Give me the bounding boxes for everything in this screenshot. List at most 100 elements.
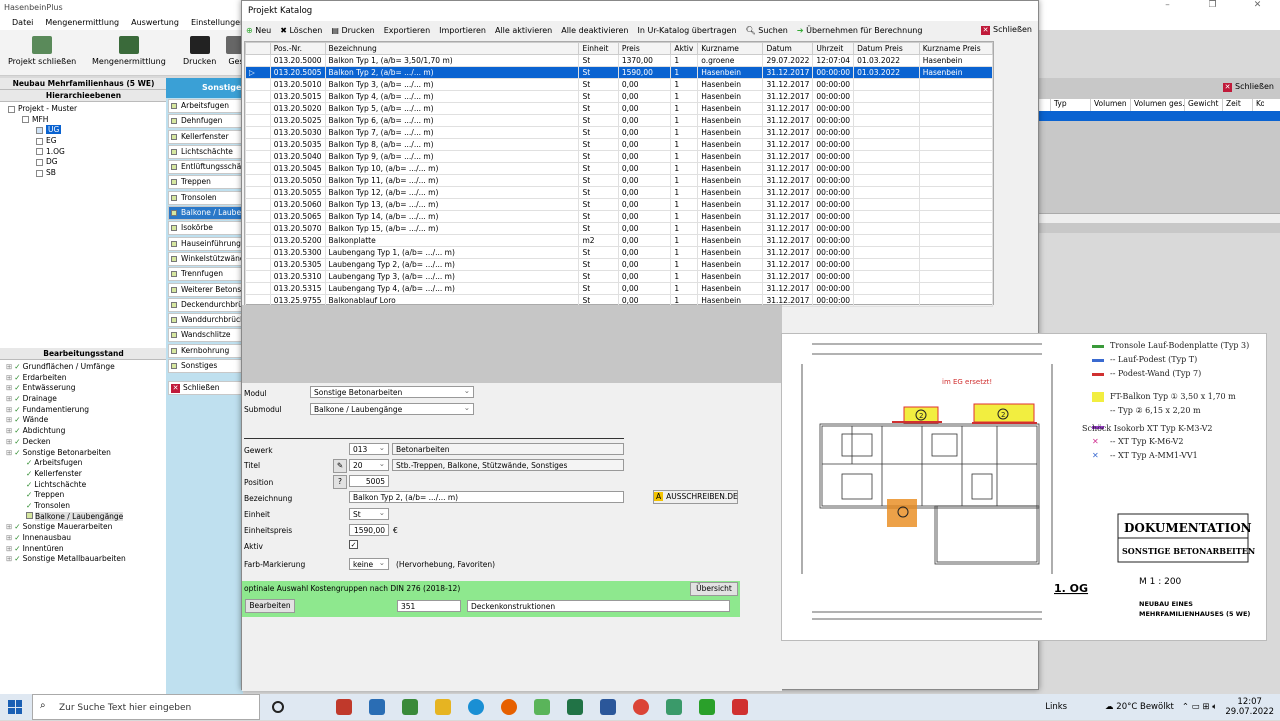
aktiv-checkbox[interactable]: ✓: [349, 540, 358, 549]
table-row[interactable]: 013.20.5000 Balkon Typ 1, (a/b= 3,50/1,70…: [245, 54, 994, 67]
bearb-item[interactable]: ✓ Lichtschächte: [4, 480, 167, 491]
table-row[interactable]: 013.20.5060 Balkon Typ 13, (a/b= .../... …: [245, 198, 994, 211]
new-button[interactable]: ⊕ Neu: [246, 26, 271, 35]
row-indicator[interactable]: [245, 246, 271, 259]
row-indicator[interactable]: [245, 78, 271, 91]
tree-item[interactable]: EG: [4, 136, 167, 147]
dialog-close-button[interactable]: ✕ Schließen: [981, 21, 1032, 39]
bearb-item[interactable]: ⊞ ✓ Fundamentierung: [4, 405, 167, 416]
links-toolbar[interactable]: Links: [1045, 702, 1067, 712]
row-indicator[interactable]: [245, 174, 271, 187]
right-column-header[interactable]: Volumen ges.: [1130, 99, 1184, 111]
expand-icon[interactable]: ⊞: [6, 554, 12, 563]
table-row[interactable]: 013.20.5045 Balkon Typ 10, (a/b= .../... …: [245, 162, 994, 175]
right-scrollbar[interactable]: [1038, 213, 1280, 223]
module-item[interactable]: Arbeitsfugen: [168, 99, 243, 113]
excel-icon[interactable]: [567, 699, 583, 715]
bearb-item[interactable]: ⊞ ✓ Drainage: [4, 394, 167, 405]
expand-icon[interactable]: ⊞: [6, 522, 12, 531]
row-indicator[interactable]: [245, 270, 271, 283]
right-selected-row[interactable]: [1038, 111, 1280, 121]
delete-button[interactable]: ✖ Löschen: [280, 26, 322, 35]
column-header[interactable]: Aktiv: [670, 42, 699, 55]
bearb-item[interactable]: ⊞ ✓ Innentüren: [4, 544, 167, 555]
einheit-select[interactable]: St: [349, 508, 389, 520]
table-row[interactable]: 013.20.5300 Laubengang Typ 1, (a/b= .../.…: [245, 246, 994, 259]
clock[interactable]: 12:07 29.07.2022: [1225, 697, 1274, 717]
apply-button[interactable]: ➔ Übernehmen für Berechnung: [797, 26, 923, 35]
app-icon-5[interactable]: [732, 699, 748, 715]
menu-auswertung[interactable]: Auswertung: [125, 18, 185, 27]
close-project-button[interactable]: Projekt schließen: [8, 36, 76, 66]
tree-item[interactable]: Projekt - Muster: [4, 104, 167, 115]
bearb-item[interactable]: ⊞ ✓ Sonstige Metallbauarbeiten: [4, 554, 167, 565]
table-row[interactable]: 013.20.5305 Laubengang Typ 2, (a/b= .../.…: [245, 258, 994, 271]
bearb-item[interactable]: ⊞ ✓ Abdichtung: [4, 426, 167, 437]
shield-icon[interactable]: [402, 699, 418, 715]
table-row[interactable]: 013.20.5315 Laubengang Typ 4, (a/b= .../.…: [245, 282, 994, 295]
row-indicator[interactable]: [245, 222, 271, 235]
module-item[interactable]: Balkone / Laubeng: [168, 206, 243, 221]
bearb-item[interactable]: ✓ Kellerfenster: [4, 469, 167, 480]
module-item[interactable]: Deckendurchbrü: [168, 297, 243, 312]
firefox-icon[interactable]: [501, 699, 517, 715]
module-close-button[interactable]: ✕ Schließen: [168, 381, 243, 396]
mengenermittlung-button[interactable]: Mengenermittlung: [92, 36, 166, 66]
bearb-item[interactable]: ⊞ ✓ Sonstige Betonarbeiten: [4, 448, 167, 459]
bearb-item[interactable]: ⊞ ✓ Erdarbeiten: [4, 373, 167, 384]
deactivate-all-button[interactable]: Alle deaktivieren: [561, 26, 628, 35]
taskbar-search[interactable]: Zur Suche Text hier eingeben: [32, 694, 260, 720]
right-close-button[interactable]: ✕ Schließen: [1223, 82, 1274, 92]
close-icon[interactable]: ✕: [1235, 0, 1280, 10]
app-icon-3[interactable]: [534, 699, 550, 715]
cortana-icon[interactable]: [272, 701, 284, 713]
table-row[interactable]: 013.20.5010 Balkon Typ 3, (a/b= .../... m…: [245, 78, 994, 91]
row-indicator[interactable]: [245, 138, 271, 151]
expand-icon[interactable]: ⊞: [6, 437, 12, 446]
bearb-item[interactable]: ⊞ ✓ Wände: [4, 415, 167, 426]
bearb-item[interactable]: ✓ Tronsolen: [4, 501, 167, 512]
expand-icon[interactable]: ⊞: [6, 426, 12, 435]
import-button[interactable]: Importieren: [439, 26, 486, 35]
app-icon-4[interactable]: [699, 699, 715, 715]
edge-icon[interactable]: [468, 699, 484, 715]
tree-item[interactable]: SB: [4, 168, 167, 179]
menu-datei[interactable]: Datei: [6, 18, 39, 27]
titel-select[interactable]: 20: [349, 459, 389, 471]
module-item[interactable]: Entlüftungsschäch: [168, 160, 243, 175]
app-icon-2[interactable]: [369, 699, 385, 715]
module-item[interactable]: Lichtschächte: [168, 144, 243, 159]
column-header[interactable]: Bezeichnung: [324, 42, 580, 55]
export-button[interactable]: Exportieren: [384, 26, 430, 35]
module-item[interactable]: Hauseinführung /: [168, 236, 243, 251]
module-item[interactable]: Sonstiges: [168, 359, 243, 374]
column-header[interactable]: Pos.-Nr.: [269, 42, 326, 55]
row-indicator[interactable]: [245, 186, 271, 199]
einheitspreis-input[interactable]: 1590,00: [349, 524, 389, 536]
modul-select[interactable]: Sonstige Betonarbeiten: [310, 386, 474, 398]
word-icon[interactable]: [600, 699, 616, 715]
table-row[interactable]: 013.20.5055 Balkon Typ 12, (a/b= .../... …: [245, 186, 994, 199]
ausschreiben-button[interactable]: A AUSSCHREIBEN.DE: [653, 490, 738, 504]
column-header[interactable]: Kurzname: [697, 42, 764, 55]
row-indicator[interactable]: [245, 54, 271, 67]
right-column-header[interactable]: Typ: [1050, 99, 1090, 111]
column-header[interactable]: Kurzname Preis: [918, 42, 994, 55]
chrome-icon[interactable]: [633, 699, 649, 715]
expand-icon[interactable]: ⊞: [6, 533, 12, 542]
edit-pencil-button[interactable]: ✎: [333, 459, 347, 473]
app-icon-1[interactable]: [336, 699, 352, 715]
row-indicator[interactable]: [245, 102, 271, 115]
table-row[interactable]: 013.20.5035 Balkon Typ 8, (a/b= .../... m…: [245, 138, 994, 151]
module-item[interactable]: Kernbohrung: [168, 343, 243, 358]
table-row[interactable]: 013.20.5065 Balkon Typ 14, (a/b= .../... …: [245, 210, 994, 223]
tree-item[interactable]: MFH: [4, 115, 167, 126]
column-header[interactable]: Uhrzeit: [812, 42, 855, 55]
bearbeiten-button[interactable]: Bearbeiten: [245, 599, 295, 613]
folder-icon[interactable]: [435, 699, 451, 715]
farb-select[interactable]: keine: [349, 558, 389, 570]
bearb-item[interactable]: ⊞ ✓ Entwässerung: [4, 383, 167, 394]
table-row[interactable]: 013.20.5200 Balkonplatte m2 0,00 1 Hasenbein 3…: [245, 234, 994, 247]
module-item[interactable]: Winkelstützwände: [168, 251, 243, 266]
row-indicator[interactable]: [245, 234, 271, 247]
